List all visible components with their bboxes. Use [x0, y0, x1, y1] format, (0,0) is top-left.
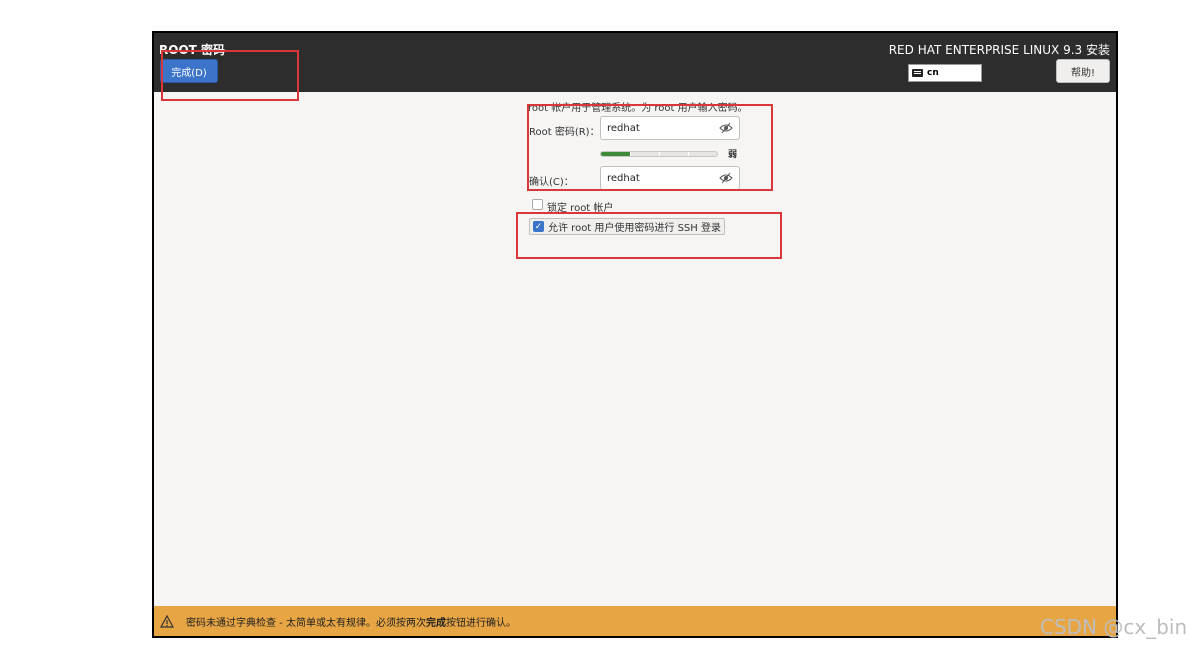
lock-root-checkbox[interactable]	[532, 199, 543, 210]
keyboard-icon	[912, 69, 923, 77]
warning-text-prefix: 密码未通过字典检查 - 太简单或太有规律。必须按两次	[186, 617, 426, 629]
product-title: RED HAT ENTERPRISE LINUX 9.3 安装	[888, 43, 1110, 57]
warning-icon	[160, 614, 174, 628]
annotation-box-password	[527, 104, 773, 191]
warning-bar: 密码未通过字典检查 - 太简单或太有规律。必须按两次完成按钮进行确认。	[154, 606, 1116, 636]
annotation-box-done	[161, 50, 299, 101]
keyboard-layout-indicator[interactable]: cn	[908, 64, 982, 82]
warning-text: 密码未通过字典检查 - 太简单或太有规律。必须按两次完成按钮进行确认。	[186, 614, 516, 629]
help-button[interactable]: 帮助!	[1056, 59, 1110, 83]
annotation-box-ssh	[516, 212, 782, 259]
warning-text-suffix: 按钮进行确认。	[445, 617, 516, 629]
keyboard-layout-label: cn	[927, 68, 939, 78]
watermark: CSDN @cx_bin	[1040, 615, 1188, 639]
warning-text-bold: 完成	[425, 617, 446, 629]
